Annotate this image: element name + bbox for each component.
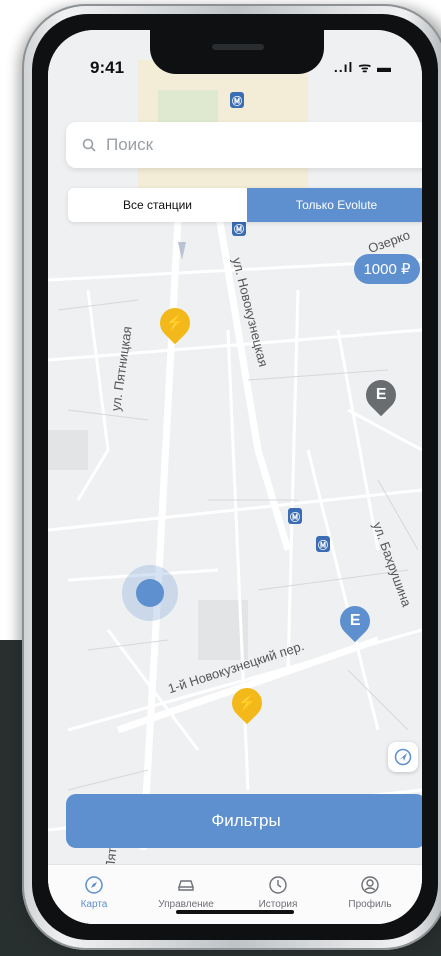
evolute-logo-icon: E	[349, 612, 361, 630]
tab-label: Профиль	[348, 899, 392, 910]
clock-icon	[269, 876, 287, 894]
lightning-icon: ⚡	[237, 695, 257, 713]
search-bar[interactable]: Поиск	[66, 122, 422, 168]
user-location-dot	[136, 579, 164, 607]
compass-icon	[85, 876, 103, 894]
locate-me-button[interactable]	[388, 742, 418, 772]
price-badge[interactable]: 1000 ₽	[354, 254, 420, 284]
lightning-icon: ⚡	[165, 315, 185, 333]
segment-evolute-only[interactable]: Только Evolute	[247, 188, 422, 222]
tab-profile[interactable]: Профиль	[330, 875, 410, 910]
tab-history[interactable]: История	[238, 875, 318, 910]
status-time: 9:41	[90, 58, 125, 77]
tab-control[interactable]: Управление	[146, 875, 226, 910]
car-icon	[178, 880, 194, 891]
status-icons: ..ıl ᯤ ▬	[333, 59, 392, 75]
metro-icon[interactable]: Ⓜ	[232, 220, 246, 236]
navigation-arrow-icon	[394, 748, 412, 766]
tab-map[interactable]: Карта	[54, 875, 134, 910]
search-icon	[82, 138, 96, 152]
phone-frame: 9:41 ..ıl ᯤ ▬ Ⓜ Ⓜ Ⓜ Ⓜ ул. Пятницкая ул. …	[22, 4, 441, 950]
app-screen: 9:41 ..ıl ᯤ ▬ Ⓜ Ⓜ Ⓜ Ⓜ ул. Пятницкая ул. …	[48, 30, 422, 924]
home-indicator	[176, 910, 294, 914]
station-filter-segmented: Все станции Только Evolute	[68, 188, 422, 222]
search-input[interactable]: Поиск	[106, 135, 153, 155]
metro-icon[interactable]: Ⓜ	[288, 508, 302, 524]
segment-all-stations[interactable]: Все станции	[68, 188, 247, 222]
tab-label: Карта	[80, 899, 108, 910]
metro-icon[interactable]: Ⓜ	[230, 92, 244, 108]
tab-label: История	[258, 899, 298, 910]
tab-bar: Карта Управление История Профиль	[48, 864, 422, 924]
filters-button[interactable]: Фильтры	[66, 794, 422, 848]
phone-bezel: 9:41 ..ıl ᯤ ▬ Ⓜ Ⓜ Ⓜ Ⓜ ул. Пятницкая ул. …	[32, 14, 438, 940]
metro-icon[interactable]: Ⓜ	[316, 536, 330, 552]
tab-label: Управление	[158, 899, 214, 910]
user-icon	[361, 876, 379, 894]
evolute-logo-icon: E	[375, 386, 387, 404]
speaker-grille	[212, 44, 264, 50]
device-notch	[150, 30, 324, 74]
